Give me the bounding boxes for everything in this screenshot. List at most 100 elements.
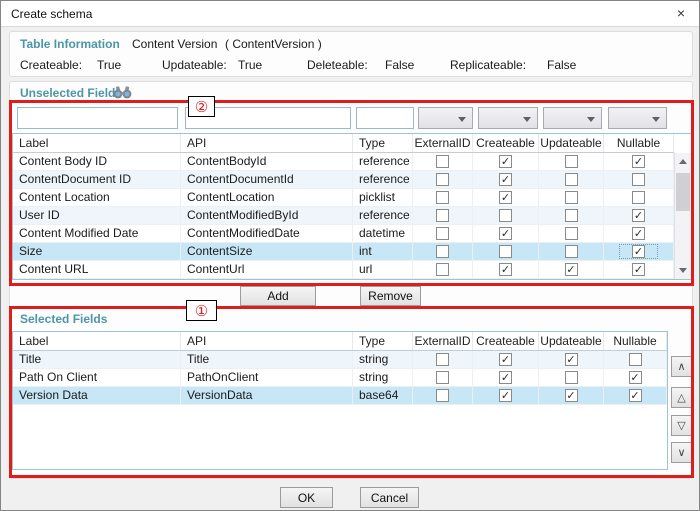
externalid-checkbox[interactable]: [436, 227, 449, 240]
updateable-checkbox[interactable]: [565, 245, 578, 258]
cell-api: VersionData: [181, 387, 353, 404]
nullable-checkbox[interactable]: [629, 353, 642, 366]
nullable-checkbox[interactable]: ✓: [632, 245, 645, 258]
filter-externalid-dropdown[interactable]: [418, 107, 473, 129]
column-header-nullable[interactable]: Nullable: [604, 332, 667, 350]
column-header-externalid[interactable]: ExternalID: [413, 134, 473, 152]
updateable-checkbox[interactable]: [565, 155, 578, 168]
cell-externalid: [413, 171, 473, 188]
updateable-checkbox[interactable]: [565, 209, 578, 222]
createable-checkbox[interactable]: ✓: [499, 263, 512, 276]
field-row-contentdocumentid[interactable]: ContentDocument IDContentDocumentIdrefer…: [13, 171, 674, 189]
filter-type-input[interactable]: [356, 107, 414, 129]
binoculars-icon: [113, 86, 132, 99]
field-row-contentsize[interactable]: SizeContentSizeint✓: [13, 243, 674, 261]
column-header-label[interactable]: Label: [13, 332, 181, 350]
externalid-checkbox[interactable]: [436, 155, 449, 168]
move-up-button[interactable]: △: [671, 387, 692, 408]
field-row-pathonclient[interactable]: Path On ClientPathOnClientstring✓✓: [13, 369, 667, 387]
column-header-nullable[interactable]: Nullable: [604, 134, 674, 152]
createable-checkbox[interactable]: ✓: [499, 173, 512, 186]
nullable-checkbox[interactable]: [632, 191, 645, 204]
field-row-title[interactable]: TitleTitlestring✓✓: [13, 351, 667, 369]
externalid-checkbox[interactable]: [436, 263, 449, 276]
column-header-createable[interactable]: Createable: [473, 332, 539, 350]
column-header-label[interactable]: Label: [13, 134, 181, 152]
grid-header-row: LabelAPITypeExternalIDCreateableUpdateab…: [13, 332, 667, 351]
prop-updateable-label: Updateable:: [162, 58, 227, 72]
filter-nullable-dropdown[interactable]: [608, 107, 667, 129]
externalid-checkbox[interactable]: [436, 389, 449, 402]
field-row-versiondata[interactable]: Version DataVersionDatabase64✓✓✓: [13, 387, 667, 405]
cell-api: PathOnClient: [181, 369, 353, 386]
createable-checkbox[interactable]: ✓: [499, 371, 512, 384]
nullable-checkbox[interactable]: ✓: [632, 227, 645, 240]
createable-checkbox[interactable]: ✓: [499, 155, 512, 168]
updateable-checkbox[interactable]: [565, 371, 578, 384]
filter-api-input[interactable]: [185, 107, 351, 129]
updateable-checkbox[interactable]: [565, 191, 578, 204]
vertical-scrollbar[interactable]: [674, 153, 691, 279]
ok-button[interactable]: OK: [280, 487, 333, 508]
cell-updateable: [539, 369, 604, 386]
createable-checkbox[interactable]: ✓: [499, 191, 512, 204]
nullable-checkbox[interactable]: ✓: [632, 209, 645, 222]
field-row-contentmodifiedbyid[interactable]: User IDContentModifiedByIdreference✓: [13, 207, 674, 225]
createable-checkbox[interactable]: ✓: [499, 389, 512, 402]
nullable-checkbox[interactable]: ✓: [632, 155, 645, 168]
cell-updateable: [539, 171, 604, 188]
field-row-contentmodifieddate[interactable]: Content Modified DateContentModifiedDate…: [13, 225, 674, 243]
externalid-checkbox[interactable]: [436, 191, 449, 204]
column-header-api[interactable]: API: [181, 332, 353, 350]
column-header-externalid[interactable]: ExternalID: [413, 332, 473, 350]
column-header-createable[interactable]: Createable: [473, 134, 539, 152]
scrollbar-thumb[interactable]: [676, 173, 690, 211]
nullable-checkbox[interactable]: ✓: [629, 371, 642, 384]
add-button[interactable]: Add: [240, 286, 316, 306]
cell-createable: ✓: [473, 171, 539, 188]
move-down-button[interactable]: ▽: [671, 415, 692, 436]
updateable-checkbox[interactable]: ✓: [565, 353, 578, 366]
scroll-up-icon[interactable]: [675, 153, 691, 169]
move-top-button[interactable]: ∧: [671, 356, 692, 377]
externalid-checkbox[interactable]: [436, 245, 449, 258]
createable-checkbox[interactable]: [499, 209, 512, 222]
cell-nullable: [604, 171, 674, 188]
cell-type: string: [353, 369, 413, 386]
object-name: Content Version: [132, 37, 217, 51]
field-row-contentbodyid[interactable]: Content Body IDContentBodyIdreference✓✓: [13, 153, 674, 171]
updateable-checkbox[interactable]: ✓: [565, 263, 578, 276]
column-header-api[interactable]: API: [181, 134, 353, 152]
externalid-checkbox[interactable]: [436, 209, 449, 222]
updateable-checkbox[interactable]: [565, 173, 578, 186]
column-header-type[interactable]: Type: [353, 134, 413, 152]
updateable-checkbox[interactable]: ✓: [565, 389, 578, 402]
externalid-checkbox[interactable]: [436, 173, 449, 186]
column-header-updateable[interactable]: Updateable: [539, 332, 604, 350]
scroll-down-icon[interactable]: [675, 263, 691, 279]
remove-button[interactable]: Remove: [360, 286, 421, 306]
createable-checkbox[interactable]: ✓: [499, 227, 512, 240]
cancel-button[interactable]: Cancel: [360, 487, 419, 508]
createable-checkbox[interactable]: [499, 245, 512, 258]
cell-externalid: [413, 261, 473, 278]
filter-createable-dropdown[interactable]: [478, 107, 538, 129]
field-row-contentlocation[interactable]: Content LocationContentLocationpicklist✓: [13, 189, 674, 207]
cell-label: Title: [13, 351, 181, 368]
column-header-updateable[interactable]: Updateable: [539, 134, 604, 152]
filter-label-input[interactable]: [17, 107, 178, 129]
cell-label: Version Data: [13, 387, 181, 404]
move-bottom-button[interactable]: ∨: [671, 442, 692, 463]
nullable-checkbox[interactable]: ✓: [632, 263, 645, 276]
createable-checkbox[interactable]: ✓: [499, 353, 512, 366]
updateable-checkbox[interactable]: [565, 227, 578, 240]
close-icon[interactable]: ×: [671, 5, 691, 23]
nullable-checkbox[interactable]: ✓: [629, 389, 642, 402]
externalid-checkbox[interactable]: [436, 353, 449, 366]
column-header-type[interactable]: Type: [353, 332, 413, 350]
cell-api: ContentDocumentId: [181, 171, 353, 188]
filter-updateable-dropdown[interactable]: [543, 107, 602, 129]
field-row-contenturl[interactable]: Content URLContentUrlurl✓✓✓: [13, 261, 674, 279]
externalid-checkbox[interactable]: [436, 371, 449, 384]
nullable-checkbox[interactable]: [632, 173, 645, 186]
